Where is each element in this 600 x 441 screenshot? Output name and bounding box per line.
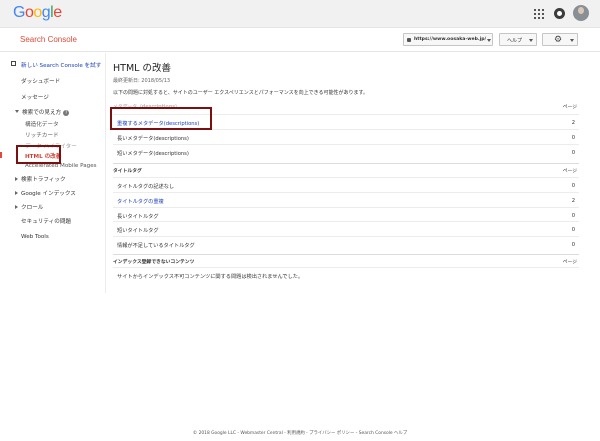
sidebar-item-security[interactable]: セキュリティの問題 bbox=[21, 217, 71, 225]
divider bbox=[113, 163, 579, 164]
issue-link[interactable]: タイトルタグの重複 bbox=[117, 198, 164, 205]
issue-label: 短いメタデータ(descriptions) bbox=[117, 151, 189, 157]
sidebar-item-dashboard[interactable]: ダッシュボード bbox=[21, 77, 60, 85]
issue-label: 情報が不足しているタイトルタグ bbox=[117, 243, 195, 249]
external-link-icon bbox=[11, 61, 16, 66]
page-count: 0 bbox=[571, 242, 575, 248]
page-count: 2 bbox=[571, 120, 575, 126]
sidebar-item-structured-data[interactable]: 構造化データ bbox=[25, 120, 59, 128]
issue-label: 長いタイトルタグ bbox=[117, 214, 159, 220]
active-indicator bbox=[0, 152, 2, 158]
help-label: ヘルプ bbox=[507, 38, 523, 44]
issue-label: タイトルタグの記述なし bbox=[117, 184, 175, 190]
sidebar-item-rich-cards[interactable]: リッチカード bbox=[25, 131, 59, 139]
divider bbox=[113, 254, 579, 255]
table-row: 長いタイトルタグ 0 bbox=[113, 207, 579, 222]
sidebar-item-google-index[interactable]: Google インデックス bbox=[15, 189, 76, 197]
page-count: 0 bbox=[571, 135, 575, 141]
no-issues-message: サイトからインデックス不可コンテンツに関する問題は検出されませんでした。 bbox=[117, 274, 304, 280]
sidebar-item-crawl[interactable]: クロール bbox=[15, 203, 43, 211]
pages-column-header: ページ bbox=[562, 169, 577, 174]
sidebar-item-label: Google インデックス bbox=[21, 191, 76, 197]
issue-label: 短いタイトルタグ bbox=[117, 228, 159, 234]
search-console-title[interactable]: Search Console bbox=[20, 35, 77, 44]
annotation-highlight-box bbox=[110, 107, 212, 130]
sidebar-item-search-appearance[interactable]: 検索での見え方? bbox=[15, 108, 70, 116]
table-row: 短いメタデータ(descriptions) 0 bbox=[113, 144, 579, 159]
table-row: 長いメタデータ(descriptions) 0 bbox=[113, 129, 579, 144]
page-description: 以下の問題に対処すると、サイトのユーザー エクスペリエンスとパフォーマンスを向上… bbox=[113, 90, 368, 96]
logo-letter: e bbox=[53, 4, 62, 21]
table-row: 情報が不足しているタイトルタグ 0 bbox=[113, 236, 579, 251]
expand-down-icon bbox=[15, 110, 19, 113]
expand-right-icon bbox=[15, 191, 18, 195]
expand-right-icon bbox=[15, 177, 18, 181]
console-header: Search Console https://www.oosaka-web.jp… bbox=[0, 28, 600, 52]
google-bar: Google bbox=[0, 0, 600, 28]
annotation-highlight-box bbox=[16, 145, 61, 164]
table-row: サイトからインデックス不可コンテンツに関する問題は検出されませんでした。 bbox=[113, 267, 579, 282]
page-title: HTML の改善 bbox=[113, 63, 171, 74]
logo-letter: o bbox=[24, 4, 34, 21]
info-icon[interactable]: ? bbox=[63, 110, 70, 116]
google-logo[interactable]: Google bbox=[13, 4, 62, 22]
table-row[interactable]: タイトルタグの重複 2 bbox=[113, 192, 579, 207]
help-button[interactable]: ヘルプ bbox=[499, 33, 537, 46]
section-heading-label: インデックス登録できないコンテンツ bbox=[113, 260, 195, 265]
last-updated: 最終更新日: 2018/05/13 bbox=[113, 78, 171, 84]
property-url: https://www.oosaka-web.jp/ bbox=[414, 37, 487, 42]
chevron-down-icon bbox=[570, 39, 574, 42]
property-selector[interactable]: https://www.oosaka-web.jp/ bbox=[403, 33, 493, 46]
sidebar-item-web-tools[interactable]: Web Tools bbox=[21, 234, 49, 240]
settings-button[interactable]: ⚙ bbox=[542, 33, 578, 46]
expand-right-icon bbox=[15, 205, 18, 209]
pages-column-header: ページ bbox=[562, 105, 577, 110]
logo-letter: o bbox=[33, 4, 42, 21]
section-heading-label: タイトルタグ bbox=[113, 169, 142, 174]
issue-label: 長いメタデータ(descriptions) bbox=[117, 136, 189, 142]
page-count: 0 bbox=[571, 213, 575, 219]
notifications-icon[interactable] bbox=[554, 8, 565, 19]
pages-column-header: ページ bbox=[562, 260, 577, 265]
sidebar-item-search-traffic[interactable]: 検索トラフィック bbox=[15, 175, 66, 183]
section-heading-title-tags: タイトルタグ ページ bbox=[113, 167, 579, 174]
site-favicon-icon bbox=[407, 38, 411, 42]
logo-letter: g bbox=[41, 4, 51, 21]
apps-icon[interactable] bbox=[534, 9, 544, 19]
chevron-down-icon bbox=[529, 39, 533, 42]
sidebar-item-messages[interactable]: メッセージ bbox=[21, 93, 49, 101]
sidebar-item-new-console[interactable]: 新しい Search Console を試す bbox=[21, 61, 101, 69]
page-count: 0 bbox=[571, 150, 575, 156]
sidebar-item-label: 検索での見え方 bbox=[22, 110, 62, 116]
chevron-down-icon bbox=[487, 39, 491, 42]
sidebar-item-label: クロール bbox=[21, 205, 44, 211]
gear-icon: ⚙ bbox=[554, 35, 563, 45]
footer: © 2018 Google LLC - Webmaster Central - … bbox=[192, 431, 408, 436]
logo-letter: G bbox=[13, 4, 25, 21]
page-count: 2 bbox=[571, 198, 575, 204]
table-row: タイトルタグの記述なし 0 bbox=[113, 177, 579, 192]
sidebar-item-label: 検索トラフィック bbox=[21, 177, 66, 183]
page-count: 0 bbox=[571, 183, 575, 189]
table-row: 短いタイトルタグ 0 bbox=[113, 221, 579, 236]
page-count: 0 bbox=[571, 227, 575, 233]
sidebar bbox=[0, 53, 106, 293]
account-avatar[interactable] bbox=[573, 5, 589, 21]
section-heading-non-indexable: インデックス登録できないコンテンツ ページ bbox=[113, 258, 579, 265]
